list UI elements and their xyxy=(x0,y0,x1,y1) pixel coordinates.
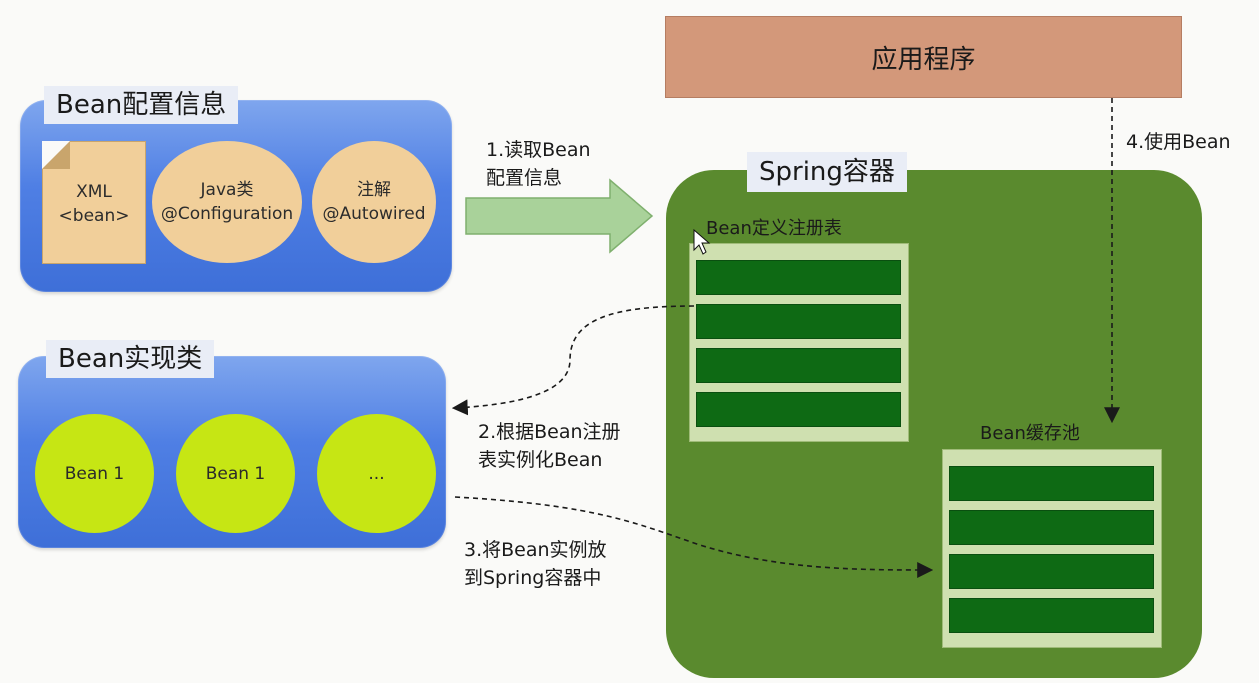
step2-line2: 表实例化Bean xyxy=(478,449,603,471)
step1-line1: 1.读取Bean xyxy=(486,139,591,161)
step2-line1: 2.根据Bean注册 xyxy=(478,421,621,443)
step3-line2: 到Spring容器中 xyxy=(464,567,602,589)
instantiate-arrow xyxy=(451,305,695,416)
step3-line1: 3.将Bean实例放 xyxy=(464,539,607,561)
diagram-arrows xyxy=(451,98,1120,578)
step2-label: 2.根据Bean注册 表实例化Bean xyxy=(478,418,621,474)
mouse-cursor-icon xyxy=(693,228,711,255)
step1-label: 1.读取Bean 配置信息 xyxy=(486,136,591,192)
step3-label: 3.将Bean实例放 到Spring容器中 xyxy=(464,536,607,592)
step1-line2: 配置信息 xyxy=(486,167,563,189)
step4-label: 4.使用Bean xyxy=(1126,131,1231,153)
